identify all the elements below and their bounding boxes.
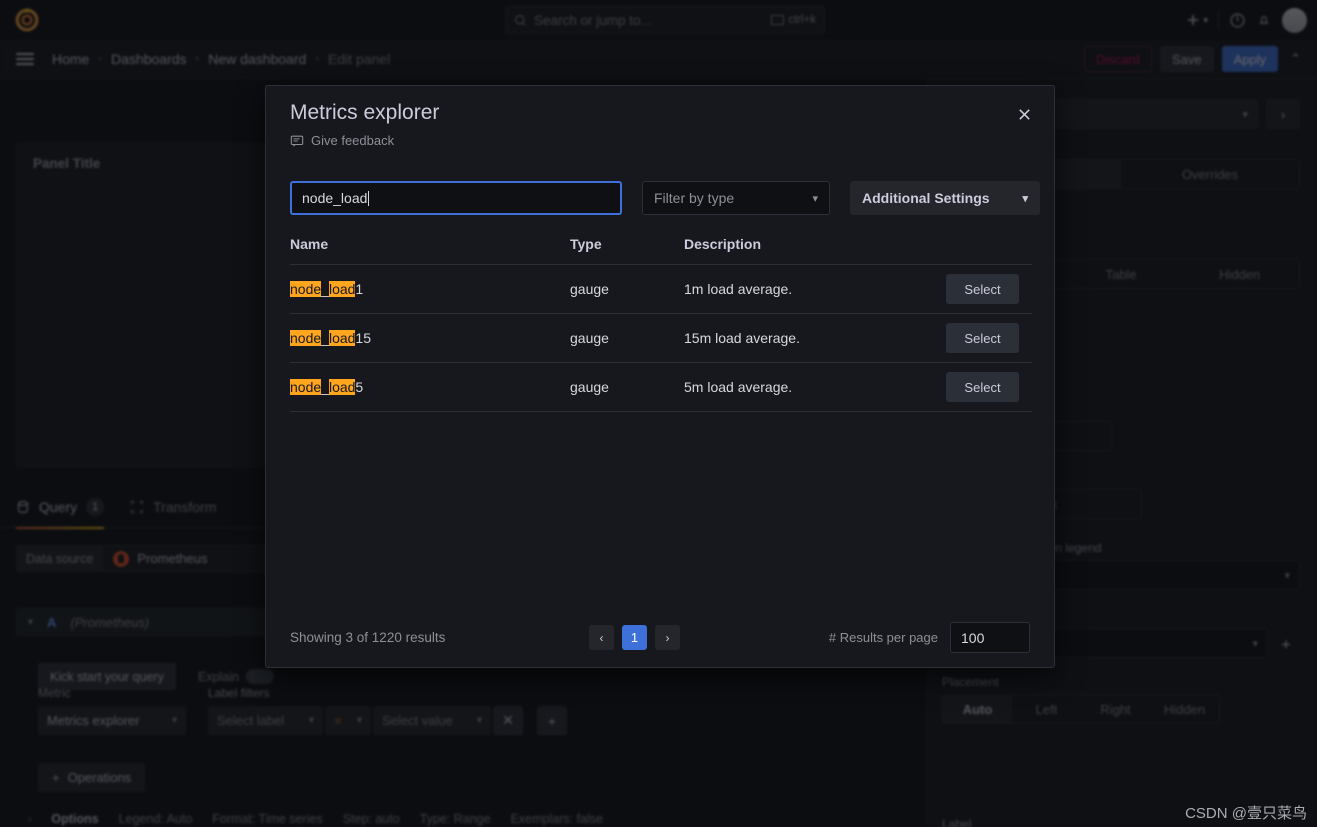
metric-name-highlight: load [328, 330, 356, 346]
table-header-row: Name Type Description [290, 236, 1032, 265]
metric-name-separator: _ [321, 379, 329, 395]
results-per-page-value: 100 [961, 629, 985, 646]
select-metric-button[interactable]: Select [946, 372, 1019, 402]
results-per-page-label: # Results per page [828, 630, 938, 645]
results-per-page-input[interactable]: 100 [950, 622, 1030, 653]
column-header-description[interactable]: Description [684, 236, 946, 252]
pagination-page-1[interactable]: 1 [622, 625, 647, 650]
additional-settings-label: Additional Settings [862, 190, 990, 206]
results-count-label: Showing 3 of 1220 results [290, 630, 446, 645]
modal-title: Metrics explorer [290, 101, 440, 124]
metric-search-input[interactable]: node_load [290, 181, 622, 215]
table-row: node_load1 gauge 1m load average. Select [290, 265, 1032, 314]
metric-name-separator: _ [321, 330, 329, 346]
give-feedback-label: Give feedback [311, 133, 395, 148]
metric-name-highlight: node [290, 379, 322, 395]
metric-name-highlight: node [290, 330, 322, 346]
metric-name-tail: 5 [355, 379, 364, 395]
metrics-results-table: Name Type Description node_load1 gauge 1… [290, 236, 1032, 412]
filter-by-type-label: Filter by type [654, 190, 735, 206]
metric-description-cell: 15m load average. [684, 330, 800, 346]
modal-footer: Showing 3 of 1220 results ‹ 1 › # Result… [290, 622, 1030, 653]
column-header-type[interactable]: Type [570, 236, 684, 252]
pagination: ‹ 1 › [589, 625, 680, 650]
filter-by-type-select[interactable]: Filter by type ▾ [642, 181, 830, 215]
chevron-down-icon: ▾ [812, 192, 818, 205]
metric-type-cell: gauge [570, 281, 609, 297]
results-per-page-group: # Results per page 100 [829, 622, 1030, 653]
table-row: node_load5 gauge 5m load average. Select [290, 363, 1032, 412]
metric-name-highlight: load [328, 281, 356, 297]
metric-description-cell: 1m load average. [684, 281, 793, 297]
metric-description-cell: 5m load average. [684, 379, 793, 395]
chevron-down-icon: ▾ [1022, 192, 1028, 205]
watermark: CSDN @壹只菜鸟 [1185, 805, 1307, 822]
metric-name-separator: _ [321, 281, 329, 297]
comment-icon [290, 135, 304, 147]
metrics-explorer-modal: Metrics explorer Give feedback node_load… [265, 85, 1055, 668]
give-feedback-link[interactable]: Give feedback [290, 133, 394, 148]
metrics-explorer-controls: node_load Filter by type ▾ Additional Se… [290, 181, 1040, 215]
table-row: node_load15 gauge 15m load average. Sele… [290, 314, 1032, 363]
metric-name-cell: node_load5 [290, 379, 570, 395]
metric-type-cell: gauge [570, 379, 609, 395]
close-x-icon [1018, 108, 1030, 120]
select-metric-button[interactable]: Select [946, 274, 1019, 304]
metric-name-cell: node_load1 [290, 281, 570, 297]
metric-name-cell: node_load15 [290, 330, 570, 346]
metric-type-cell: gauge [570, 330, 609, 346]
metric-name-highlight: load [328, 379, 356, 395]
text-caret [368, 190, 370, 206]
pagination-prev-button[interactable]: ‹ [589, 625, 614, 650]
pagination-next-button[interactable]: › [655, 625, 680, 650]
metric-name-highlight: node [290, 281, 322, 297]
select-metric-button[interactable]: Select [946, 323, 1019, 353]
column-header-name[interactable]: Name [290, 236, 570, 252]
metric-name-tail: 1 [355, 281, 364, 297]
modal-close-button[interactable] [1010, 100, 1038, 128]
metric-name-tail: 15 [355, 330, 371, 346]
additional-settings-button[interactable]: Additional Settings ▾ [850, 181, 1040, 215]
metric-search-value: node_load [302, 190, 368, 206]
